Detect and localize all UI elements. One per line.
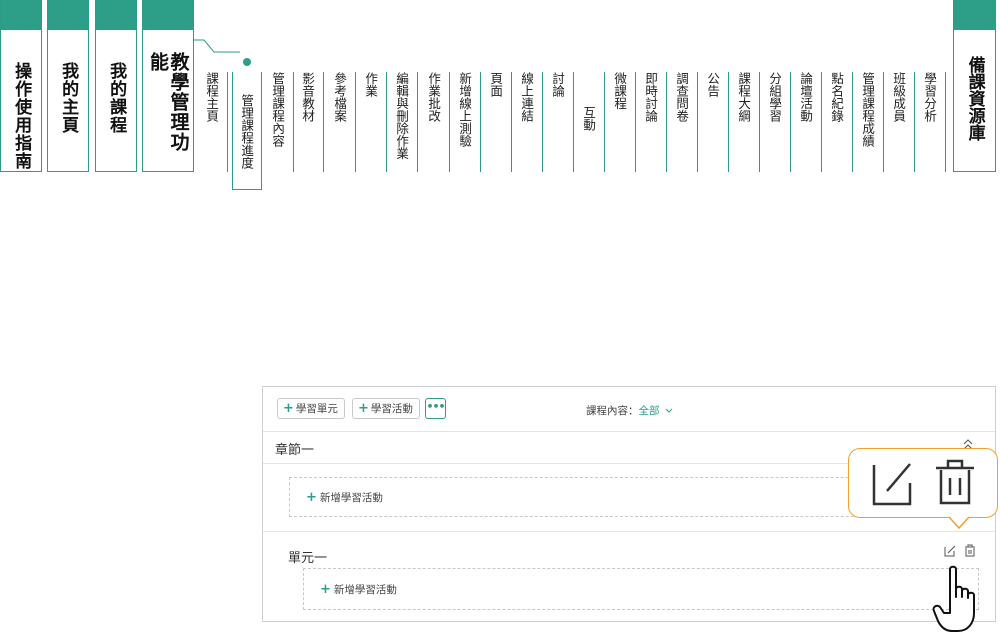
sub-menu-item[interactable]: 管理課程內容 [268, 72, 294, 172]
sub-menu-item[interactable]: 班級成員 [889, 72, 915, 172]
course-content-filter[interactable]: 課程內容：全部 [586, 403, 673, 418]
sub-menu-item-label: 新增線上測驗 [457, 72, 473, 147]
plus-icon: + [306, 490, 317, 505]
add-activity-label: 學習活動 [370, 403, 413, 415]
sub-menu-item[interactable]: 分組學習 [765, 72, 791, 172]
nav-tab-my-courses[interactable]: 我的課程 [95, 0, 137, 172]
tab-cap [96, 0, 136, 30]
add-learning-activity-label: 新增學習活動 [333, 584, 397, 596]
zoom-callout [848, 448, 998, 518]
sub-menu-item[interactable]: 即時討論 [641, 72, 667, 172]
hand-cursor-icon [932, 565, 975, 632]
nav-tab-teaching-management-label: 教學管理功能 [147, 52, 190, 152]
sub-menu-item-label: 點名紀錄 [829, 72, 845, 122]
sub-menu-item-label: 編輯與刪除作業 [394, 72, 410, 160]
sub-menu-item[interactable]: 學習分析 [920, 72, 946, 172]
nav-tab-resource-library-label: 備課資源庫 [964, 56, 985, 141]
sub-menu-item-label: 班級成員 [891, 72, 907, 122]
sub-menu-item-label: 公告 [705, 72, 721, 97]
tab-cap [48, 0, 88, 30]
sub-menu-item[interactable]: 作業 [361, 72, 387, 172]
sub-menu-item[interactable]: 互動 [579, 72, 605, 172]
delete-icon [936, 459, 974, 505]
active-indicator-dot [243, 58, 251, 66]
sub-menu-item[interactable]: 編輯與刪除作業 [392, 72, 418, 172]
callout-pointer [949, 516, 969, 530]
add-activity-button[interactable]: + 學習活動 [352, 398, 420, 419]
plus-icon: + [283, 401, 294, 416]
sub-menu-item[interactable]: 點名紀錄 [827, 72, 853, 172]
sub-menu-item[interactable]: 作業批改 [424, 72, 450, 172]
sub-menu-item[interactable]: 頁面 [486, 72, 512, 172]
add-unit-button[interactable]: + 學習單元 [277, 398, 345, 419]
unit-activity-dropzone[interactable]: + 新增學習活動 [303, 568, 979, 610]
plus-icon: + [320, 582, 331, 597]
tab-cap [143, 0, 193, 30]
sub-menu-item-label: 管理課程進度 [239, 94, 255, 169]
sub-menu-item-label: 學習分析 [922, 72, 938, 122]
sub-menu-item[interactable]: 新增線上測驗 [455, 72, 481, 172]
sub-menu-item-label: 課程大綱 [736, 72, 752, 122]
nav-tab-resource-library[interactable]: 備課資源庫 [953, 0, 996, 172]
nav-tab-my-courses-label: 我的課程 [106, 62, 127, 134]
sub-menu-item-label: 作業批改 [426, 72, 442, 122]
filter-label: 課程內容： [586, 405, 639, 417]
divider [263, 531, 995, 532]
sub-menu-item[interactable]: 參考檔案 [330, 72, 356, 172]
sub-menu-item[interactable]: 管理課程成績 [858, 72, 884, 172]
sub-menu-item-label: 影音教材 [300, 72, 316, 122]
nav-tab-my-home[interactable]: 我的主頁 [47, 0, 89, 172]
sub-menu-item-label: 管理課程成績 [860, 72, 876, 147]
sub-menu-item-label: 討論 [550, 72, 566, 97]
sub-menu-item[interactable]: 課程主頁 [202, 72, 228, 172]
edit-icon[interactable] [944, 545, 956, 557]
plus-icon: + [358, 401, 369, 416]
edit-icon [872, 463, 912, 506]
chapter-title: 章節一 [275, 443, 315, 458]
sub-menu-item-label: 調查問卷 [674, 72, 690, 122]
chevron-down-icon [665, 408, 673, 413]
nav-tab-my-home-label: 我的主頁 [58, 62, 79, 134]
nav-tab-guide-label: 操作使用指南 [11, 62, 32, 170]
nav-tab-teaching-management[interactable]: 教學管理功能 [142, 0, 194, 172]
unit-title: 單元一 [288, 551, 328, 566]
sub-menu-item-label: 管理課程內容 [270, 72, 286, 147]
sub-menu-item-label: 作業 [363, 72, 379, 97]
sub-menu-item[interactable]: 公告 [703, 72, 729, 172]
sub-menu-item-label: 分組學習 [767, 72, 783, 122]
more-button[interactable]: ••• [425, 398, 446, 419]
add-learning-activity-label: 新增學習活動 [319, 492, 383, 504]
sub-menu-item[interactable]: 微課程 [610, 72, 636, 172]
sub-menu-item[interactable]: 論壇活動 [796, 72, 822, 172]
nav-tab-guide[interactable]: 操作使用指南 [0, 0, 42, 172]
tab-cap [1, 0, 41, 30]
tab-cap [954, 0, 995, 30]
sub-menu-item-label: 課程主頁 [204, 72, 220, 122]
add-learning-activity-link[interactable]: + 新增學習活動 [320, 582, 397, 597]
sub-menu-item-label: 論壇活動 [798, 72, 814, 122]
sub-menu-item-label: 頁面 [488, 72, 504, 97]
panel-toolbar: + 學習單元 + 學習活動 ••• 課程內容：全部 [263, 387, 995, 432]
sub-menu-item[interactable]: 討論 [548, 72, 574, 172]
sub-menu-item-label: 即時討論 [643, 72, 659, 122]
menu-connector [194, 39, 240, 53]
sub-menu-item[interactable]: 調查問卷 [672, 72, 698, 172]
sub-menu-item-label: 微課程 [612, 72, 628, 110]
sub-menu-item[interactable]: 影音教材 [298, 72, 324, 172]
sub-menu-item[interactable]: 課程大綱 [734, 72, 760, 172]
sub-menu-item-label: 線上連結 [519, 72, 535, 122]
add-learning-activity-link[interactable]: + 新增學習活動 [306, 490, 383, 505]
sub-menu-item-label: 互動 [581, 106, 597, 131]
sub-menu-item[interactable]: 線上連結 [517, 72, 543, 172]
sub-menu-item[interactable]: 管理課程進度 [232, 72, 262, 190]
filter-value: 全部 [638, 405, 660, 417]
sub-menu-item-label: 參考檔案 [332, 72, 348, 122]
delete-icon[interactable] [964, 544, 976, 557]
add-unit-label: 學習單元 [295, 403, 338, 415]
